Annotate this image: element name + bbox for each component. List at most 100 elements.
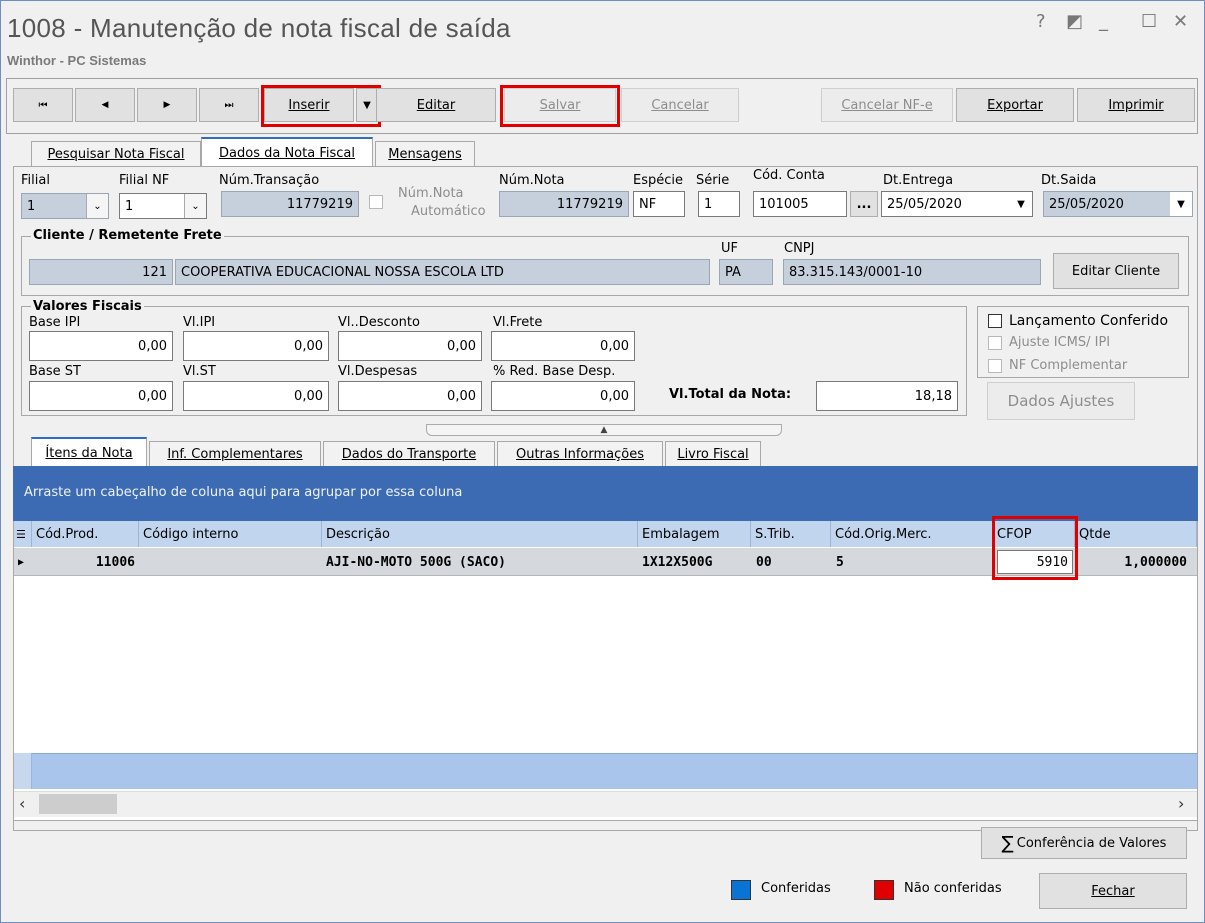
- chevron-down-icon: ▼: [1170, 192, 1192, 216]
- vl-ipi-label: Vl.IPI: [183, 315, 216, 330]
- num-nota-auto-label2: Automático: [411, 204, 486, 219]
- last-record-button[interactable]: ⏭: [199, 88, 259, 122]
- panel-collapse-splitter[interactable]: ▲: [426, 424, 782, 436]
- scroll-left-icon[interactable]: ‹: [19, 794, 25, 813]
- vl-desconto-label: Vl..Desconto: [338, 315, 420, 330]
- group-by-panel[interactable]: Arraste um cabeçalho de coluna aqui para…: [13, 466, 1198, 521]
- vl-ipi-field[interactable]: 0,00: [183, 331, 329, 361]
- cnpj-label: CNPJ: [784, 241, 815, 256]
- nf-compl-checkbox[interactable]: [988, 359, 1002, 373]
- col-cod-orig-merc[interactable]: Cód.Orig.Merc.: [831, 521, 993, 547]
- vl-desconto-field[interactable]: 0,00: [338, 331, 482, 361]
- lancamento-checkbox[interactable]: [988, 314, 1002, 328]
- filial-value: 1: [27, 198, 36, 214]
- dt-saida-value: 25/05/2020: [1049, 196, 1124, 212]
- col-descricao[interactable]: Descrição: [322, 521, 638, 547]
- prev-icon: ◀: [101, 100, 109, 110]
- minimize-icon[interactable]: _: [1099, 11, 1108, 32]
- col-embalagem[interactable]: Embalagem: [638, 521, 751, 547]
- exportar-button[interactable]: Exportar: [956, 88, 1074, 122]
- dt-entrega-field[interactable]: 25/05/2020 ▼: [881, 191, 1033, 217]
- especie-field[interactable]: NF: [633, 191, 685, 217]
- chevron-down-icon: ▼: [1010, 192, 1032, 216]
- col-qtde[interactable]: Qtde: [1075, 521, 1197, 547]
- vl-st-label: Vl.ST: [183, 364, 216, 379]
- scrollbar-thumb[interactable]: [39, 794, 117, 814]
- uf-field[interactable]: PA: [719, 259, 773, 285]
- restore-layout-icon[interactable]: ◩: [1066, 11, 1083, 32]
- total-field[interactable]: 18,18: [816, 381, 958, 411]
- tab-dados-nota[interactable]: Dados da Nota Fiscal: [201, 137, 373, 167]
- grid-footer-indicator: [14, 753, 32, 789]
- dados-ajustes-button[interactable]: Dados Ajustes: [987, 382, 1135, 420]
- imprimir-button[interactable]: Imprimir: [1077, 88, 1195, 122]
- col-cod-prod[interactable]: Cód.Prod.: [32, 521, 139, 547]
- window-title: 1008 - Manutenção de nota fiscal de saíd…: [7, 13, 511, 43]
- next-record-button[interactable]: ▶: [137, 88, 197, 122]
- grid-footer-band: [14, 753, 1197, 789]
- base-ipi-field[interactable]: 0,00: [29, 331, 173, 361]
- num-nota-auto-checkbox[interactable]: [369, 195, 383, 209]
- cell-embalagem: 1X12X500G: [642, 554, 713, 570]
- vl-frete-field[interactable]: 0,00: [491, 331, 635, 361]
- filial-select[interactable]: 1 ⌄: [21, 193, 109, 219]
- col-codigo-interno[interactable]: Código interno: [139, 521, 322, 547]
- group-hint: Arraste um cabeçalho de coluna aqui para…: [24, 485, 463, 500]
- first-icon: ⏮: [38, 99, 48, 111]
- highlight-inserir: [261, 85, 381, 127]
- prev-record-button[interactable]: ◀: [75, 88, 135, 122]
- tab-mensagens[interactable]: Mensagens: [375, 141, 475, 167]
- horizontal-scrollbar[interactable]: [14, 791, 1197, 817]
- scroll-right-icon[interactable]: ›: [1178, 794, 1184, 813]
- fechar-button[interactable]: Fechar: [1039, 873, 1187, 909]
- editar-button[interactable]: Editar: [376, 88, 496, 122]
- last-icon: ⏭: [224, 99, 234, 111]
- cell-cod-prod: 11006: [95, 554, 135, 570]
- ajuste-checkbox[interactable]: [988, 336, 1002, 350]
- base-st-field[interactable]: 0,00: [29, 381, 173, 411]
- column-chooser-icon[interactable]: ☰: [14, 521, 32, 547]
- serie-field[interactable]: 1: [698, 191, 740, 217]
- close-icon[interactable]: ✕: [1173, 11, 1188, 32]
- first-record-button[interactable]: ⏮: [13, 88, 73, 122]
- col-s-trib[interactable]: S.Trib.: [751, 521, 831, 547]
- filial-nf-value: 1: [125, 198, 134, 214]
- vl-st-field[interactable]: 0,00: [183, 381, 329, 411]
- cancelar-button[interactable]: Cancelar: [621, 88, 739, 122]
- red-base-label: % Red. Base Desp.: [493, 364, 616, 379]
- filial-label: Filial: [21, 173, 50, 188]
- num-nota-field[interactable]: 11779219: [499, 191, 629, 217]
- subtab-transporte[interactable]: Dados do Transporte: [323, 441, 495, 467]
- conferencia-valores-button[interactable]: ∑ Conferência de Valores: [981, 827, 1187, 859]
- filial-nf-label: Filial NF: [119, 173, 170, 188]
- cnpj-field[interactable]: 83.315.143/0001-10: [783, 259, 1041, 285]
- num-transacao-field[interactable]: 11779219: [221, 191, 359, 217]
- cod-conta-lookup-button[interactable]: ...: [850, 191, 878, 217]
- red-base-field[interactable]: 0,00: [491, 381, 635, 411]
- tab-pesquisar[interactable]: Pesquisar Nota Fiscal: [31, 141, 201, 167]
- next-icon: ▶: [163, 100, 171, 110]
- cliente-name-field[interactable]: COOPERATIVA EDUCACIONAL NOSSA ESCOLA LTD: [175, 259, 710, 285]
- nf-compl-label: NF Complementar: [1009, 358, 1128, 373]
- subtab-outras[interactable]: Outras Informações: [497, 441, 663, 467]
- dt-saida-field[interactable]: 25/05/2020 ▼: [1043, 191, 1193, 217]
- filial-nf-select[interactable]: 1 ⌄: [119, 193, 207, 219]
- subtab-itens[interactable]: Ítens da Nota: [31, 437, 147, 467]
- editar-cliente-button[interactable]: Editar Cliente: [1053, 253, 1179, 289]
- dt-saida-label: Dt.Saida: [1041, 173, 1097, 188]
- maximize-icon[interactable]: ☐: [1141, 11, 1157, 32]
- subtab-livro[interactable]: Livro Fiscal: [665, 441, 761, 467]
- cod-conta-field[interactable]: 101005: [753, 191, 847, 217]
- total-label: Vl.Total da Nota:: [669, 387, 792, 402]
- cancelar-nfe-button[interactable]: Cancelar NF-e: [821, 88, 953, 122]
- serie-label: Série: [696, 173, 730, 188]
- subtab-inf-compl[interactable]: Inf. Complementares: [149, 441, 321, 467]
- cell-qtde: 1,000000: [1124, 554, 1187, 570]
- vl-despesas-field[interactable]: 0,00: [338, 381, 482, 411]
- base-ipi-label: Base IPI: [29, 315, 81, 330]
- dt-entrega-value: 25/05/2020: [887, 196, 962, 212]
- cod-conta-label: Cód. Conta: [753, 168, 825, 183]
- num-nota-label: Núm.Nota: [499, 173, 565, 188]
- cliente-code-field[interactable]: 121: [29, 259, 173, 285]
- help-icon[interactable]: ?: [1036, 11, 1046, 32]
